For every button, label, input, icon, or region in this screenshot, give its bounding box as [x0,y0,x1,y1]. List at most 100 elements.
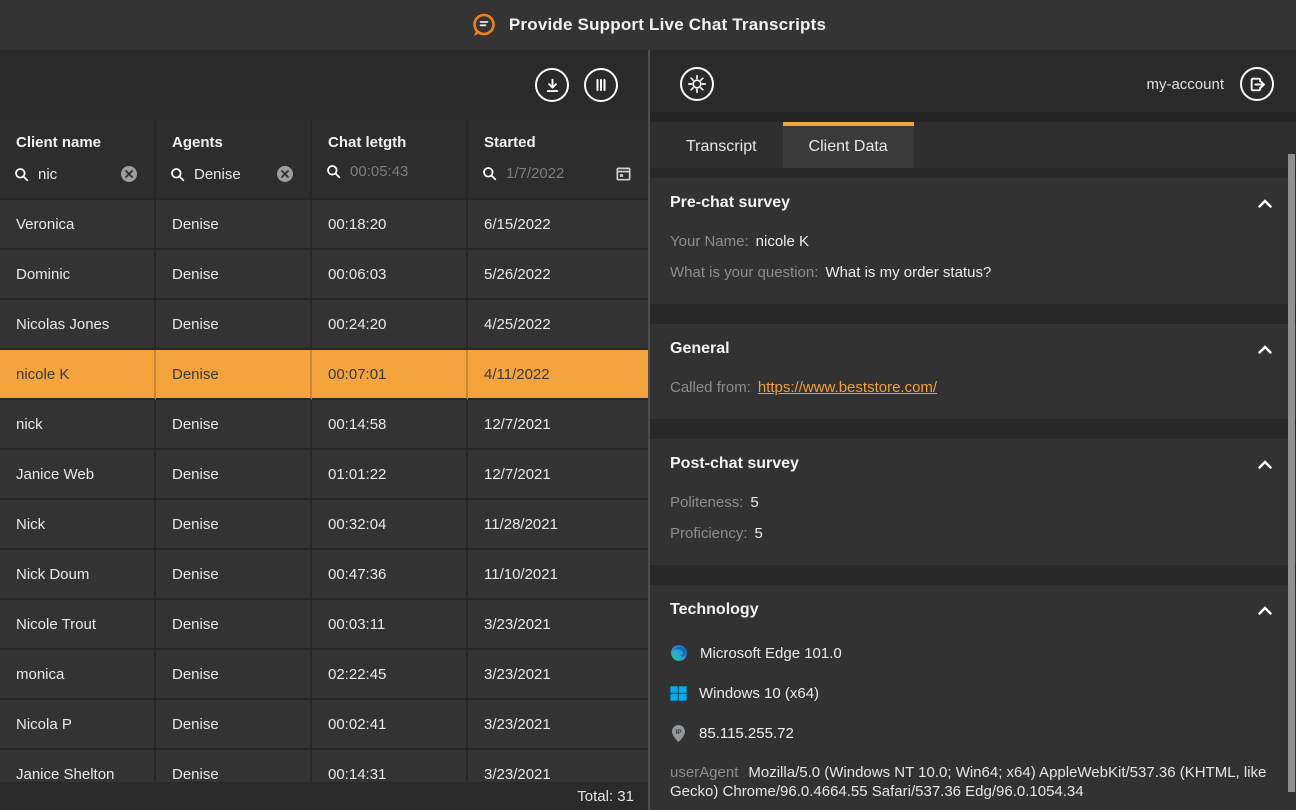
svg-text:IP: IP [675,728,682,735]
page-title: Provide Support Live Chat Transcripts [509,15,826,35]
account-name: my-account [1146,76,1224,93]
table-cell: Denise [156,500,312,550]
table-cell: 00:14:58 [312,400,468,450]
table-row[interactable]: Nicolas JonesDenise00:24:204/25/2022 [0,300,648,350]
tab-transcript[interactable]: Transcript [660,122,783,168]
table-cell: 00:02:41 [312,700,468,750]
chat-length-filter-input[interactable] [350,163,454,180]
agents-filter-input[interactable] [194,166,263,183]
table-row[interactable]: Janice WebDenise01:01:2212/7/2021 [0,450,648,500]
tab-label: Transcript [686,138,757,156]
column-chat-length: Chat letgth [312,120,468,198]
app-header: Provide Support Live Chat Transcripts [0,0,1296,50]
table-cell: 12/7/2021 [468,400,648,450]
clear-filter-button[interactable] [272,163,298,185]
gear-icon [687,74,707,94]
field-label: Politeness: [670,494,743,511]
user-agent-row: userAgentMozilla/5.0 (Windows NT 10.0; W… [670,763,1276,801]
search-icon [482,166,497,181]
section-pre-chat-survey: Pre-chat survey Your Name:nicole K What … [650,178,1296,304]
column-header-label: Client name [0,132,154,151]
column-header-label: Chat letgth [312,132,466,151]
table-row[interactable]: Nicole TroutDenise00:03:113/23/2021 [0,600,648,650]
os-row: Windows 10 (x64) [670,673,1276,713]
columns-icon [593,77,609,93]
tab-client-data[interactable]: Client Data [783,122,914,168]
collapse-section-button[interactable] [1254,604,1276,617]
table-cell: Dominic [0,250,156,300]
ip-address: 85.115.255.72 [699,725,794,742]
column-header-label: Started [468,132,648,151]
started-filter-input[interactable] [506,165,602,182]
logout-icon [1249,76,1266,93]
field-value: 5 [755,525,763,542]
section-title: Post-chat survey [670,455,799,473]
table-row[interactable]: DominicDenise00:06:035/26/2022 [0,250,648,300]
table-cell: Nick Doum [0,550,156,600]
scrollbar-thumb[interactable] [1288,154,1295,792]
table-cell: Denise [156,250,312,300]
chat-bubble-icon [470,12,497,39]
table-cell: 5/26/2022 [468,250,648,300]
table-cell: 00:07:01 [312,350,468,400]
table-cell: Nick [0,500,156,550]
agents-filter [156,151,310,185]
column-header-label: Agents [156,132,310,151]
table-row[interactable]: NickDenise00:32:0411/28/2021 [0,500,648,550]
chevron-up-icon [1258,606,1272,615]
table-cell: 3/23/2021 [468,700,648,750]
table-row[interactable]: monicaDenise02:22:453/23/2021 [0,650,648,700]
table-row[interactable]: Nicola PDenise00:02:413/23/2021 [0,700,648,750]
chat-length-filter [312,151,466,180]
table-cell: 4/11/2022 [468,350,648,400]
table-cell: 00:24:20 [312,300,468,350]
table-row[interactable]: VeronicaDenise00:18:206/15/2022 [0,200,648,250]
ip-location-icon: IP [670,724,687,743]
table-cell: nick [0,400,156,450]
table-cell: 01:01:22 [312,450,468,500]
column-client-name: Client name [0,120,156,198]
table-cell: Veronica [0,200,156,250]
table-cell: Denise [156,400,312,450]
table-row[interactable]: nickDenise00:14:5812/7/2021 [0,400,648,450]
settings-button[interactable] [680,67,714,101]
user-agent-value: Mozilla/5.0 (Windows NT 10.0; Win64; x64… [670,764,1266,800]
field-value: 5 [750,494,758,511]
total-count: Total: 31 [577,788,634,805]
collapse-section-button[interactable] [1254,458,1276,471]
table-cell: Denise [156,600,312,650]
collapse-section-button[interactable] [1254,343,1276,356]
called-from-link[interactable]: https://www.beststore.com/ [758,379,937,396]
table-row[interactable]: nicole KDenise00:07:014/11/2022 [0,350,648,400]
app-window: Provide Support Live Chat Transcripts [0,0,1296,810]
table-cell: monica [0,650,156,700]
collapse-section-button[interactable] [1254,197,1276,210]
search-icon [326,164,341,179]
clear-filter-button[interactable] [116,163,142,185]
download-button[interactable] [535,68,569,102]
client-name-filter-input[interactable] [38,166,107,183]
field-label: Called from: [670,379,751,396]
table-cell: Denise [156,650,312,700]
field-label: Proficiency: [670,525,748,542]
section-title: Technology [670,601,759,619]
calendar-button[interactable] [611,163,636,184]
started-filter [468,151,648,184]
field-row: What is your question:What is my order s… [670,257,1276,288]
table-header: Client name [0,120,648,200]
chevron-up-icon [1258,460,1272,469]
tab-strip: Transcript Client Data [650,112,1296,168]
client-data-content: Pre-chat survey Your Name:nicole K What … [650,168,1296,810]
columns-button[interactable] [584,68,618,102]
section-general: General Called from:https://www.beststor… [650,324,1296,419]
field-row: Your Name:nicole K [670,226,1276,257]
table-cell: Denise [156,300,312,350]
table-body: VeronicaDenise00:18:206/15/2022DominicDe… [0,200,648,800]
table-cell: 00:06:03 [312,250,468,300]
os-name: Windows 10 (x64) [699,685,819,702]
table-cell: Denise [156,450,312,500]
field-row: Proficiency: 5 [670,518,1276,549]
table-row[interactable]: Nick DoumDenise00:47:3611/10/2021 [0,550,648,600]
logout-button[interactable] [1240,67,1274,101]
ip-row: IP 85.115.255.72 [670,713,1276,753]
